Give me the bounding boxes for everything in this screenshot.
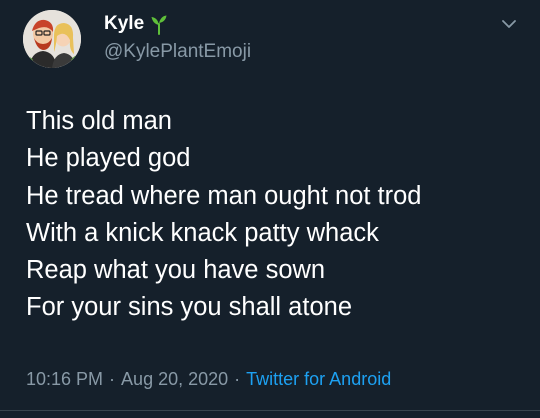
tweet-line: With a knick knack patty whack — [26, 218, 379, 247]
tweet-line: He tread where man ought not trod — [26, 181, 422, 210]
tweet-line: Reap what you have sown — [26, 256, 326, 285]
display-name[interactable]: Kyle — [104, 13, 144, 35]
chevron-down-icon[interactable] — [499, 14, 519, 34]
tweet-source-link[interactable]: Twitter for Android — [246, 369, 391, 389]
divider — [0, 410, 540, 411]
avatar[interactable] — [23, 10, 81, 68]
tweet-line: He played god — [26, 144, 191, 173]
user-handle[interactable]: @KylePlantEmoji — [104, 41, 251, 63]
tweet-text: This old man He played god He tread wher… — [26, 103, 536, 327]
tweet-line: This old man — [26, 107, 172, 135]
tweet-meta: 10:16 PM · Aug 20, 2020 · Twitter for Androi… — [26, 368, 391, 390]
tweet-date[interactable]: Aug 20, 2020 — [121, 369, 228, 389]
meta-separator: · — [234, 369, 241, 389]
plant-sprout-icon — [150, 13, 168, 35]
author-name-row[interactable]: Kyle — [104, 12, 168, 36]
tweet-line: For your sins you shall atone — [26, 293, 352, 322]
meta-separator: · — [109, 369, 116, 389]
avatar-image — [23, 10, 81, 68]
tweet-time[interactable]: 10:16 PM — [26, 369, 103, 389]
tweet-card: Kyle @KylePlantEmoji This old man He pla… — [0, 0, 540, 418]
